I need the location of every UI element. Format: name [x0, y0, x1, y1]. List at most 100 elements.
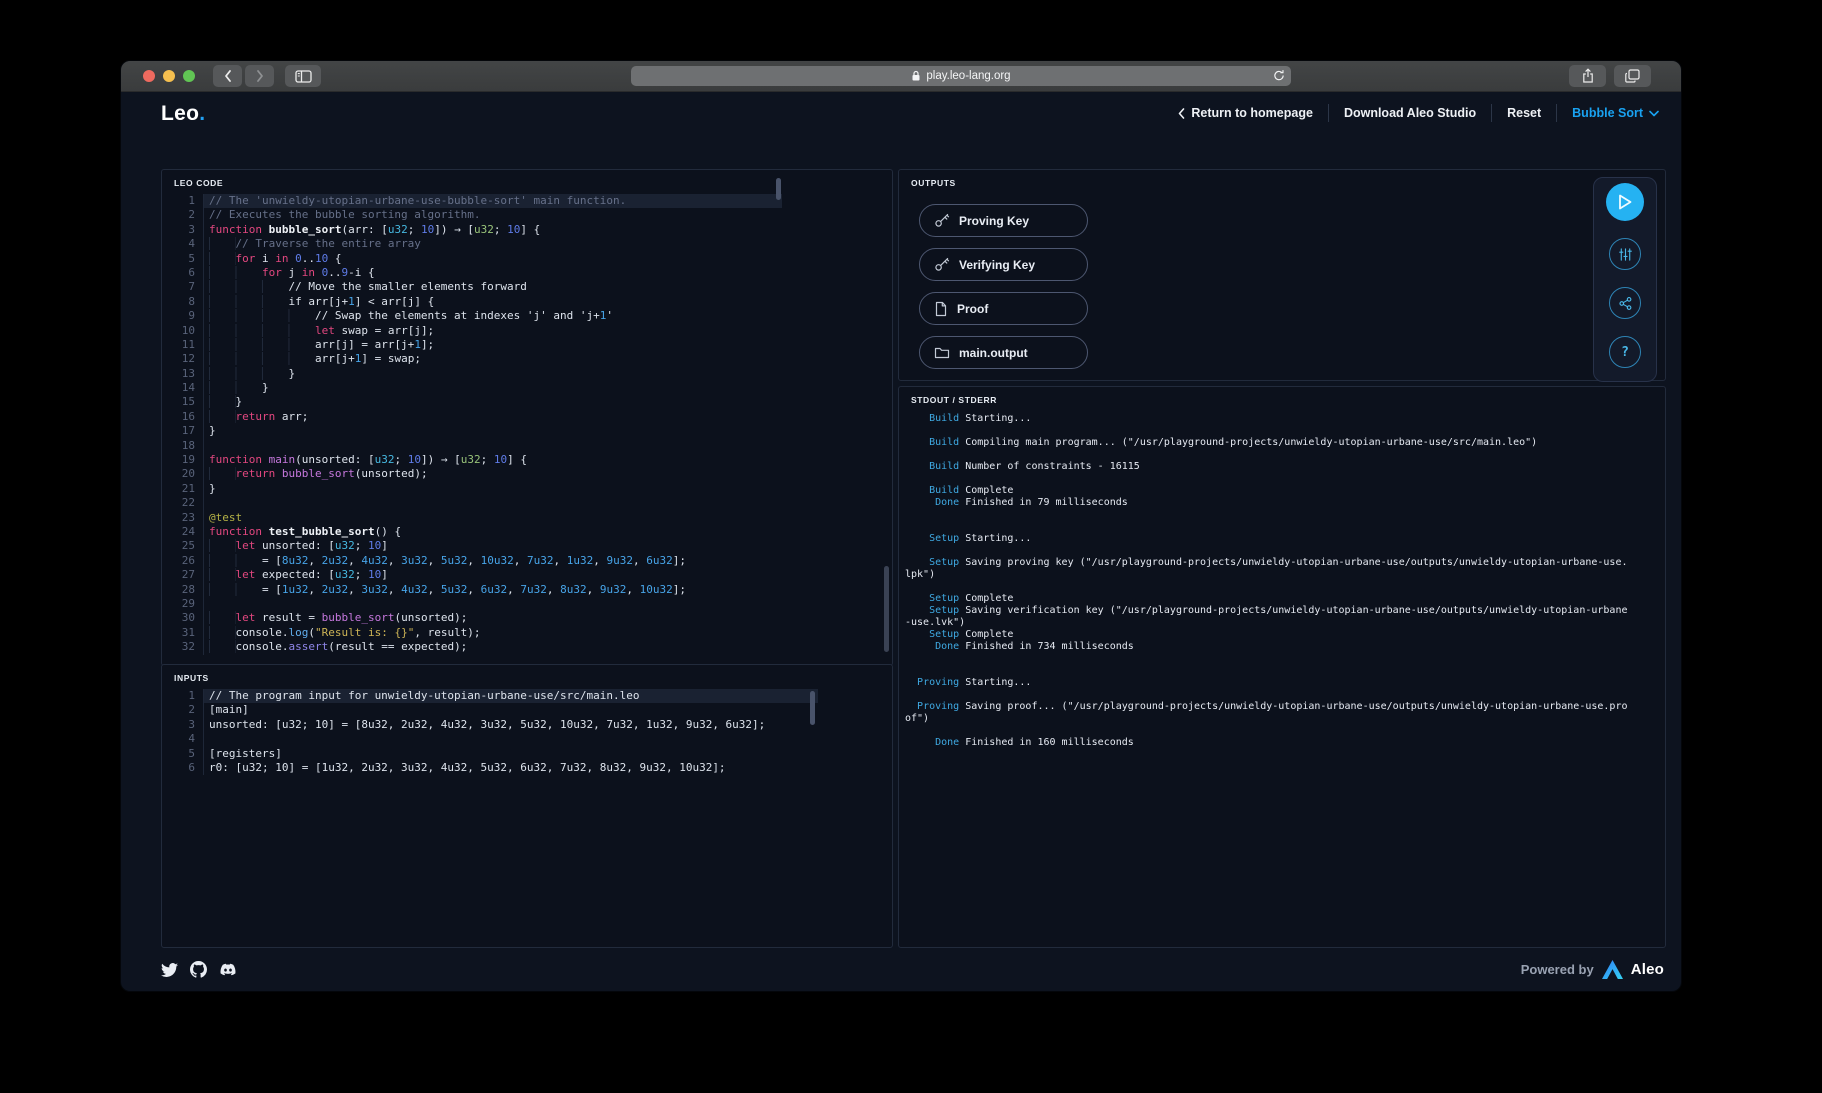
code-line[interactable]: 27 let expected: [u32; 10]: [162, 568, 782, 583]
line-number: 14: [181, 381, 195, 395]
github-icon: [190, 960, 207, 978]
code-line[interactable]: 2// Executes the bubble sorting algorith…: [162, 208, 782, 223]
code-line[interactable]: 9 // Swap the elements at indexes 'j' an…: [162, 309, 782, 324]
verifying-key-button[interactable]: Verifying Key: [919, 248, 1088, 281]
code-line[interactable]: 28 = [1u32, 2u32, 3u32, 4u32, 5u32, 6u32…: [162, 582, 782, 597]
code-line[interactable]: 22: [162, 496, 782, 511]
console-message: Complete: [959, 593, 1014, 604]
console-message: Starting...: [959, 533, 1032, 544]
console-line: Setup Complete: [905, 629, 1633, 641]
code-line[interactable]: 15 }: [162, 395, 782, 410]
console-status-label: Done: [905, 737, 960, 748]
run-button[interactable]: [1606, 183, 1644, 221]
outputs-panel: OUTPUTS Proving Key Verifying Key Proof: [898, 169, 1666, 382]
browser-back-button[interactable]: [213, 65, 242, 87]
code-line[interactable]: 32 console.assert(result == expected);: [162, 640, 782, 655]
share-button[interactable]: [1609, 287, 1641, 319]
code-line[interactable]: 3 function bubble_sort(arr: [u32; 10]) → …: [162, 222, 782, 238]
console-output[interactable]: Build Starting... Build Compiling main p…: [905, 413, 1633, 749]
lock-icon: [912, 70, 920, 81]
proving-key-button[interactable]: Proving Key: [919, 204, 1088, 237]
console-status-label: Setup: [905, 605, 960, 616]
code-line[interactable]: 7 // Move the smaller elements forward: [162, 280, 782, 295]
code-line[interactable]: 5 for i in 0..10 {: [162, 251, 782, 266]
leo-code-panel-label: LEO CODE: [174, 178, 224, 188]
code-line[interactable]: 20 return bubble_sort(unsorted);: [162, 467, 782, 482]
browser-forward-button[interactable]: [245, 65, 274, 87]
code-line[interactable]: 21}: [162, 481, 782, 497]
traffic-light-zoom-button[interactable]: [183, 70, 195, 82]
leo-logo[interactable]: Leo.: [161, 102, 205, 126]
proof-button[interactable]: Proof: [919, 292, 1088, 325]
chevron-down-icon: [1649, 110, 1659, 116]
line-number: 8: [188, 294, 195, 308]
code-line[interactable]: 10 let swap = arr[j];: [162, 323, 782, 338]
code-line[interactable]: 12 arr[j+1] = swap;: [162, 352, 782, 367]
settings-button[interactable]: [1609, 238, 1641, 270]
code-line[interactable]: 6 for j in 0..9-i {: [162, 265, 782, 281]
line-number: 31: [181, 625, 195, 639]
inputs-editor[interactable]: 1// The program input for unwieldy-utopi…: [162, 689, 818, 776]
code-line[interactable]: 24 function test_bubble_sort() {: [162, 524, 782, 540]
code-line[interactable]: 31 console.log("Result is: {}", result);: [162, 625, 782, 641]
traffic-light-minimize-button[interactable]: [163, 70, 175, 82]
console-line: Done Finished in 79 milliseconds: [905, 497, 1633, 509]
code-line[interactable]: 26 = [8u32, 2u32, 4u32, 3u32, 5u32, 10u3…: [162, 553, 782, 569]
github-link[interactable]: [190, 960, 207, 978]
code-line[interactable]: 8 if arr[j+1] < arr[j] {: [162, 294, 782, 310]
code-line[interactable]: 14 }: [162, 381, 782, 396]
code-line[interactable]: 18: [162, 438, 782, 454]
nav-example-selector[interactable]: Bubble Sort: [1572, 106, 1659, 120]
nav-label: Bubble Sort: [1572, 106, 1643, 120]
code-line[interactable]: 29: [162, 596, 782, 612]
browser-sidebar-toggle-button[interactable]: [285, 65, 321, 87]
line-number: 3: [188, 222, 195, 236]
nav-reset[interactable]: Reset: [1507, 106, 1541, 120]
code-line[interactable]: 4: [162, 732, 818, 747]
address-bar[interactable]: play.leo-lang.org: [631, 66, 1291, 86]
code-line[interactable]: 11 arr[j] = arr[j+1];: [162, 337, 782, 353]
help-button[interactable]: ?: [1609, 336, 1641, 368]
code-line[interactable]: 5 [registers]: [162, 746, 818, 761]
browser-tabs-button[interactable]: [1614, 65, 1651, 87]
main-output-button[interactable]: main.output: [919, 336, 1088, 369]
code-line[interactable]: 4 // Traverse the entire array: [162, 237, 782, 252]
traffic-light-close-button[interactable]: [143, 70, 155, 82]
scrollbar-thumb[interactable]: [810, 691, 815, 725]
code-line[interactable]: 1// The program input for unwieldy-utopi…: [162, 689, 818, 704]
top-navigation: Return to homepage Download Aleo Studio …: [1178, 104, 1659, 122]
line-number: 19: [181, 453, 195, 467]
code-line[interactable]: 23 @test: [162, 510, 782, 525]
scrollbar-thumb[interactable]: [776, 178, 781, 200]
console-status-label: Done: [905, 497, 960, 508]
code-line[interactable]: 16 return arr;: [162, 409, 782, 425]
powered-by[interactable]: Powered by Aleo: [1521, 959, 1664, 979]
code-line[interactable]: 19 function main(unsorted: [u32; 10]) → […: [162, 453, 782, 468]
twitter-link[interactable]: [161, 961, 178, 978]
code-line[interactable]: 30 let result = bubble_sort(unsorted);: [162, 611, 782, 626]
console-message: Starting...: [959, 677, 1032, 688]
code-line[interactable]: 2 [main]: [162, 703, 818, 718]
leo-code-editor[interactable]: 1// The 'unwieldy-utopian-urbane-use-bub…: [162, 194, 782, 655]
code-line[interactable]: 17}: [162, 424, 782, 439]
code-line[interactable]: 6 r0: [u32; 10] = [1u32, 2u32, 3u32, 4u32…: [162, 760, 818, 776]
code-line[interactable]: 13 }: [162, 366, 782, 382]
inputs-panel-label: INPUTS: [174, 673, 209, 683]
console-status-label: Proving: [905, 701, 960, 712]
console-line: Setup Saving proving key ("/usr/playgrou…: [905, 557, 1633, 581]
nav-return-homepage[interactable]: Return to homepage: [1178, 106, 1313, 120]
reload-button[interactable]: [1273, 69, 1285, 85]
code-line[interactable]: 3 unsorted: [u32; 10] = [8u32, 2u32, 4u32…: [162, 717, 818, 733]
discord-link[interactable]: [219, 962, 237, 977]
scrollbar-thumb[interactable]: [884, 566, 889, 652]
line-number: 20: [181, 467, 195, 481]
code-line[interactable]: 1// The 'unwieldy-utopian-urbane-use-bub…: [162, 194, 782, 209]
code-line[interactable]: 25 let unsorted: [u32; 10]: [162, 539, 782, 554]
nav-download-aleo-studio[interactable]: Download Aleo Studio: [1344, 106, 1476, 120]
console-line: Build Compiling main program... ("/usr/p…: [905, 437, 1633, 449]
browser-share-button[interactable]: [1569, 65, 1606, 87]
